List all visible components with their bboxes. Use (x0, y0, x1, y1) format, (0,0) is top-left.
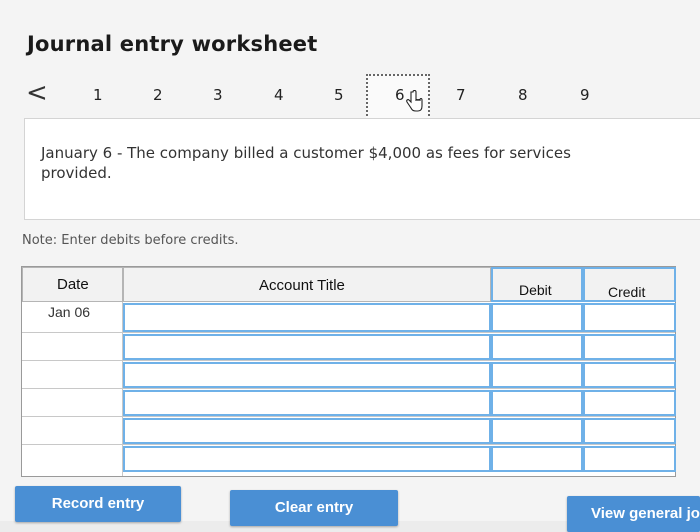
credit-input[interactable] (583, 303, 676, 332)
page-link-4[interactable]: 4 (274, 86, 284, 104)
account-title-input[interactable] (123, 334, 491, 360)
debit-input[interactable] (491, 418, 583, 444)
account-title-input[interactable] (123, 362, 491, 388)
page-title: Journal entry worksheet (27, 32, 318, 56)
date-header-label: Date (57, 276, 89, 293)
debit-column-header: Debit (491, 267, 583, 302)
table-row (22, 417, 676, 445)
date-value: Jan 06 (48, 304, 91, 320)
page-link-2[interactable]: 2 (153, 86, 163, 104)
record-entry-button[interactable]: Record entry (15, 486, 181, 522)
date-column-header: Date (22, 267, 123, 302)
journal-entry-panel: Journal entry worksheet < 1 2 3 4 5 6 7 … (0, 0, 700, 532)
credit-header-label: Credit (608, 284, 646, 300)
debit-input[interactable] (491, 446, 583, 472)
instruction-note: Note: Enter debits before credits. (22, 233, 239, 248)
page-link-7[interactable]: 7 (456, 86, 466, 104)
page-link-1[interactable]: 1 (93, 86, 103, 104)
debit-input[interactable] (491, 303, 583, 332)
hand-pointer-icon (406, 90, 423, 112)
page-link-9[interactable]: 9 (580, 86, 590, 104)
account-header-label: Account Title (259, 277, 345, 294)
debit-input[interactable] (491, 362, 583, 388)
page-number: 6 (395, 86, 405, 104)
table-row (22, 389, 676, 417)
account-title-column-header: Account Title (123, 267, 491, 302)
debit-input[interactable] (491, 334, 583, 360)
page-link-8[interactable]: 8 (518, 86, 528, 104)
account-title-input[interactable] (123, 303, 491, 332)
credit-input[interactable] (583, 390, 676, 416)
date-cell (22, 361, 123, 388)
table-row: Jan 06 (22, 302, 676, 333)
page-link-5[interactable]: 5 (334, 86, 344, 104)
view-general-journal-button[interactable]: View general jo (567, 496, 700, 532)
debit-header-label: Debit (519, 282, 552, 298)
date-cell (22, 417, 123, 444)
credit-input[interactable] (583, 418, 676, 444)
credit-input[interactable] (583, 334, 676, 360)
page-link-3[interactable]: 3 (213, 86, 223, 104)
table-header: Date Account Title Debit Credit (22, 267, 676, 302)
table-row (22, 361, 676, 389)
chevron-left-icon[interactable]: < (26, 80, 48, 106)
account-title-input[interactable] (123, 390, 491, 416)
account-title-input[interactable] (123, 418, 491, 444)
date-cell (22, 445, 123, 476)
table-row (22, 333, 676, 361)
credit-input[interactable] (583, 446, 676, 472)
credit-column-header: Credit (583, 267, 676, 302)
account-title-input[interactable] (123, 446, 491, 472)
date-cell: Jan 06 (22, 302, 123, 332)
transaction-description-box: January 6 - The company billed a custome… (24, 118, 700, 220)
credit-input[interactable] (583, 362, 676, 388)
journal-table: Date Account Title Debit Credit Jan 06 (21, 266, 676, 477)
table-row (22, 445, 676, 476)
transaction-description: January 6 - The company billed a custome… (41, 144, 571, 182)
date-cell (22, 333, 123, 360)
debit-input[interactable] (491, 390, 583, 416)
page-link-6-active[interactable]: 6 (366, 74, 430, 120)
date-cell (22, 389, 123, 416)
